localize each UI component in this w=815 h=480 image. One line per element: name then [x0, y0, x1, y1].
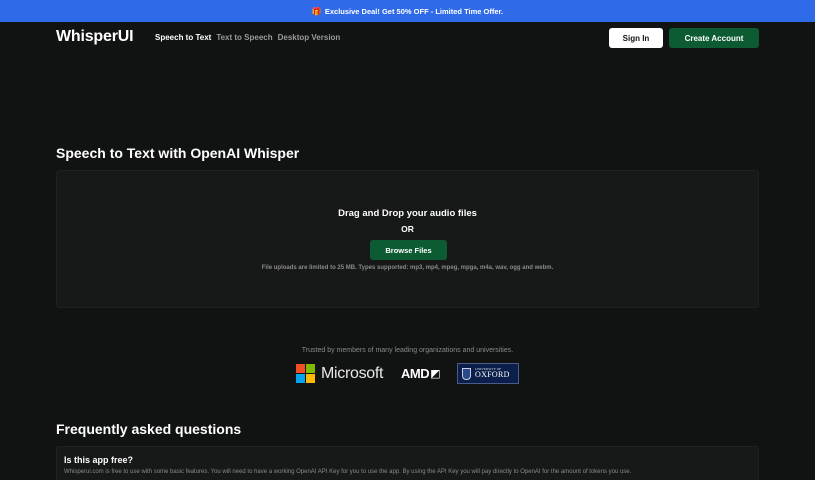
- promo-banner[interactable]: 🎁 Exclusive Deal! Get 50% OFF - Limited …: [0, 0, 815, 22]
- audio-dropzone[interactable]: Drag and Drop your audio files OR Browse…: [56, 170, 759, 308]
- create-account-button[interactable]: Create Account: [669, 28, 759, 48]
- browse-files-button[interactable]: Browse Files: [370, 240, 447, 260]
- microsoft-grid-icon: [296, 364, 315, 383]
- amd-logo: AMD ◩: [401, 366, 441, 381]
- microsoft-logo: Microsoft: [296, 364, 384, 383]
- sign-in-button[interactable]: Sign In: [609, 28, 663, 48]
- upload-limit-note: File uploads are limited to 25 MB. Types…: [261, 265, 554, 271]
- faq-title: Frequently asked questions: [56, 421, 242, 437]
- page-title: Speech to Text with OpenAI Whisper: [56, 145, 300, 161]
- amd-wordmark: AMD: [401, 366, 430, 381]
- oxford-logo: UNIVERSITY OF OXFORD: [457, 363, 519, 384]
- faq-item[interactable]: Is this app free? Whisperui.com is free …: [56, 446, 759, 480]
- microsoft-wordmark: Microsoft: [321, 364, 384, 382]
- dropzone-or: OR: [401, 224, 414, 234]
- faq-question: Is this app free?: [64, 455, 134, 465]
- gift-icon: 🎁: [311, 6, 322, 16]
- amd-arrow-icon: ◩: [430, 368, 441, 380]
- nav-speech-to-text[interactable]: Speech to Text: [155, 33, 211, 42]
- dropzone-heading: Drag and Drop your audio files: [338, 208, 477, 219]
- main-nav: Speech to Text Text to Speech Desktop Ve…: [155, 33, 340, 42]
- nav-desktop-version[interactable]: Desktop Version: [278, 33, 341, 42]
- faq-answer: Whisperui.com is free to use with some b…: [64, 469, 632, 475]
- promo-text: Exclusive Deal! Get 50% OFF - Limited Ti…: [324, 6, 504, 16]
- oxford-crest-icon: [462, 367, 471, 380]
- trusted-by-text: Trusted by members of many leading organ…: [301, 347, 514, 354]
- nav-text-to-speech[interactable]: Text to Speech: [216, 33, 272, 42]
- site-logo[interactable]: WhisperUI: [56, 28, 134, 46]
- oxford-wordmark: OXFORD: [475, 370, 510, 380]
